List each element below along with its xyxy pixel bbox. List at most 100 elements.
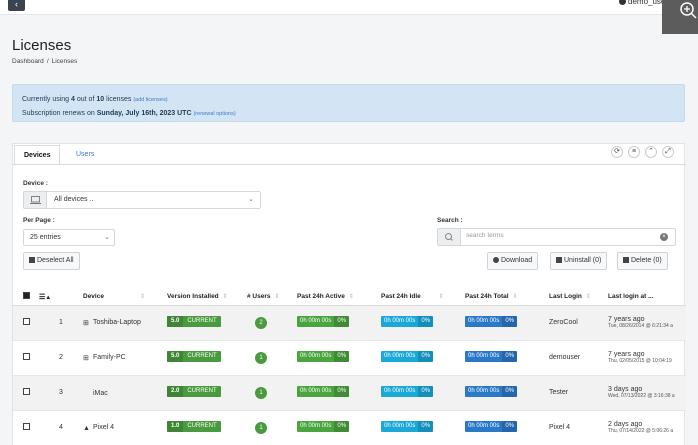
apple-icon — [83, 389, 90, 396]
row-index: 2 — [39, 340, 83, 376]
search-label: Search : — [437, 217, 463, 224]
device-name: iMac — [93, 389, 108, 397]
tab-bar: Devices Users — [13, 144, 686, 165]
sort-icon: ⇕ — [139, 294, 145, 301]
tab-users[interactable]: Users — [67, 145, 103, 165]
renewal-options-link[interactable]: (renewal options) — [193, 111, 235, 117]
deselect-all-button[interactable]: Deselect All — [23, 252, 80, 270]
device-cell: ⊞ Family-PC — [83, 340, 167, 376]
row-checkbox[interactable] — [23, 318, 30, 325]
idle-cell: 0h 00m 00s 0% — [381, 305, 465, 341]
total-cell: 0h 00m 00s 0% — [465, 305, 549, 341]
idle-stat: 0h 00m 00s 0% — [381, 351, 434, 362]
tab-devices[interactable]: Devices — [14, 145, 61, 165]
clear-search-icon[interactable]: × — [660, 233, 668, 241]
table-row[interactable]: 4 ▲ Pixel 4 1.0 CURRENT 1 0h 00m 00s 0% 0h … — [13, 410, 686, 445]
last-login-user: demouser — [549, 340, 608, 376]
breadcrumb-licenses: Licenses — [51, 58, 78, 65]
perpage-select[interactable]: 25 entries ⌄ — [23, 229, 115, 246]
breadcrumb-separator: / — [46, 58, 49, 65]
uninstall-button[interactable]: Uninstall (0) — [550, 252, 608, 270]
users-cell: 1 — [247, 410, 297, 445]
perpage-label: Per Page : — [23, 217, 55, 224]
perpage-value: 25 entries — [30, 234, 61, 241]
last-login-column-header[interactable]: Last Login ⇕ — [549, 289, 608, 306]
last-login-at: 7 years ago Tue, 08/26/2014 @ 6:21:34 a — [608, 305, 686, 341]
device-select-value: All devices .. — [54, 196, 94, 203]
chevron-down-icon: ⌄ — [248, 196, 254, 203]
version-column-header[interactable]: Version Installed ⇕ — [167, 289, 247, 306]
device-name: Family-PC — [93, 353, 126, 361]
fullscreen-icon[interactable]: ⤢ — [662, 146, 674, 158]
last-login-at: 3 days ago Wed, 07/13/2022 @ 3:16:38 a — [608, 375, 686, 411]
device-name: Pixel 4 — [93, 423, 115, 431]
total-cell: 0h 00m 00s 0% — [465, 410, 549, 445]
android-icon: ▲ — [83, 424, 90, 432]
device-select[interactable]: All devices .. ⌄ — [23, 191, 261, 209]
add-licenses-link[interactable]: (add licenses) — [133, 97, 167, 103]
device-column-header[interactable]: Device ⇕ — [83, 289, 167, 306]
minus-square-icon — [29, 257, 35, 263]
device-label: Device : — [23, 180, 48, 187]
download-button[interactable]: Download — [487, 252, 539, 270]
row-checkbox[interactable] — [23, 423, 30, 430]
version-cell: 5.0 CURRENT — [167, 340, 247, 376]
row-checkbox[interactable] — [23, 353, 30, 360]
last-login-user: ZeroCool — [549, 305, 608, 341]
active-cell: 0h 00m 00s 0% — [297, 305, 381, 341]
total-column-header[interactable]: Past 24h Total ⇕ — [465, 289, 549, 306]
table-row[interactable]: 3 iMac 2.0 CURRENT 1 0h 00m 00s 0% 0h 00m … — [13, 375, 686, 411]
table-row[interactable]: 2 ⊞ Family-PC 5.0 CURRENT 1 0h 00m 00s 0% 0… — [13, 340, 686, 376]
active-column-header[interactable]: Past 24h Active ⇕ — [297, 289, 381, 306]
breadcrumb-dashboard[interactable]: Dashboard — [12, 58, 44, 65]
idle-stat: 0h 00m 00s 0% — [381, 421, 434, 432]
download-icon — [493, 257, 499, 263]
active-stat: 0h 00m 00s 0% — [297, 386, 350, 397]
zoom-in-icon — [680, 2, 697, 19]
users-count-badge: 2 — [255, 316, 267, 329]
sort-icon: ⇕ — [274, 294, 280, 301]
columns-icon[interactable]: ≡ — [628, 146, 640, 158]
delete-button[interactable]: Delete (0) — [617, 252, 668, 270]
active-cell: 0h 00m 00s 0% — [297, 340, 381, 376]
last-login-at: 2 days ago Thu, 07/14/2022 @ 5:06:26 a — [608, 410, 686, 445]
users-column-header[interactable]: # Users ⇕ — [247, 289, 297, 306]
version-badge: 1.0 CURRENT — [167, 421, 221, 432]
select-all-checkbox[interactable] — [23, 292, 30, 300]
collapse-icon[interactable]: ⌃ — [645, 146, 657, 158]
table-row[interactable]: 1 ⊞ Toshiba-Laptop 5.0 CURRENT 2 0h 00m 00… — [13, 305, 686, 341]
sort-icon: ⇕ — [438, 294, 444, 301]
user-icon — [619, 0, 626, 6]
version-badge: 5.0 CURRENT — [167, 351, 221, 362]
sort-asc-icon: ▲ — [45, 294, 52, 301]
total-stat: 0h 00m 00s 0% — [465, 421, 518, 432]
version-cell: 1.0 CURRENT — [167, 410, 247, 445]
windows-icon: ⊞ — [83, 354, 89, 362]
row-checkbox[interactable] — [23, 388, 30, 395]
active-cell: 0h 00m 00s 0% — [297, 410, 381, 445]
user-menu[interactable]: demo_user — [619, 0, 668, 6]
index-column-header[interactable]: ☰▲ — [39, 289, 83, 306]
uninstall-icon — [556, 257, 562, 263]
idle-stat: 0h 00m 00s 0% — [381, 316, 434, 327]
version-cell: 2.0 CURRENT — [167, 375, 247, 411]
renewal-line: Subscription renews on Sunday, July 16th… — [22, 110, 236, 117]
license-usage-line: Currently using 4 out of 10 licenses (ad… — [22, 96, 168, 103]
row-index: 4 — [39, 410, 83, 445]
row-index: 1 — [39, 305, 83, 341]
users-count-badge: 1 — [255, 351, 267, 364]
refresh-icon[interactable]: ⟳ — [611, 146, 623, 158]
total-cell: 0h 00m 00s 0% — [465, 375, 549, 411]
search-input[interactable] — [466, 232, 646, 239]
total-stat: 0h 00m 00s 0% — [465, 351, 518, 362]
users-cell: 1 — [247, 375, 297, 411]
chevron-down-icon: ⌄ — [104, 234, 110, 241]
idle-column-header[interactable]: Past 24h Idle ⇕ — [381, 289, 465, 306]
device-cell: iMac — [83, 375, 167, 411]
zoom-button[interactable] — [662, 0, 698, 34]
last-login-at-column-header[interactable]: Last login at ... — [608, 289, 686, 306]
back-button[interactable]: ‹ — [8, 0, 25, 11]
search-icon — [438, 229, 461, 245]
idle-cell: 0h 00m 00s 0% — [381, 410, 465, 445]
sort-icon: ⇕ — [512, 294, 518, 301]
